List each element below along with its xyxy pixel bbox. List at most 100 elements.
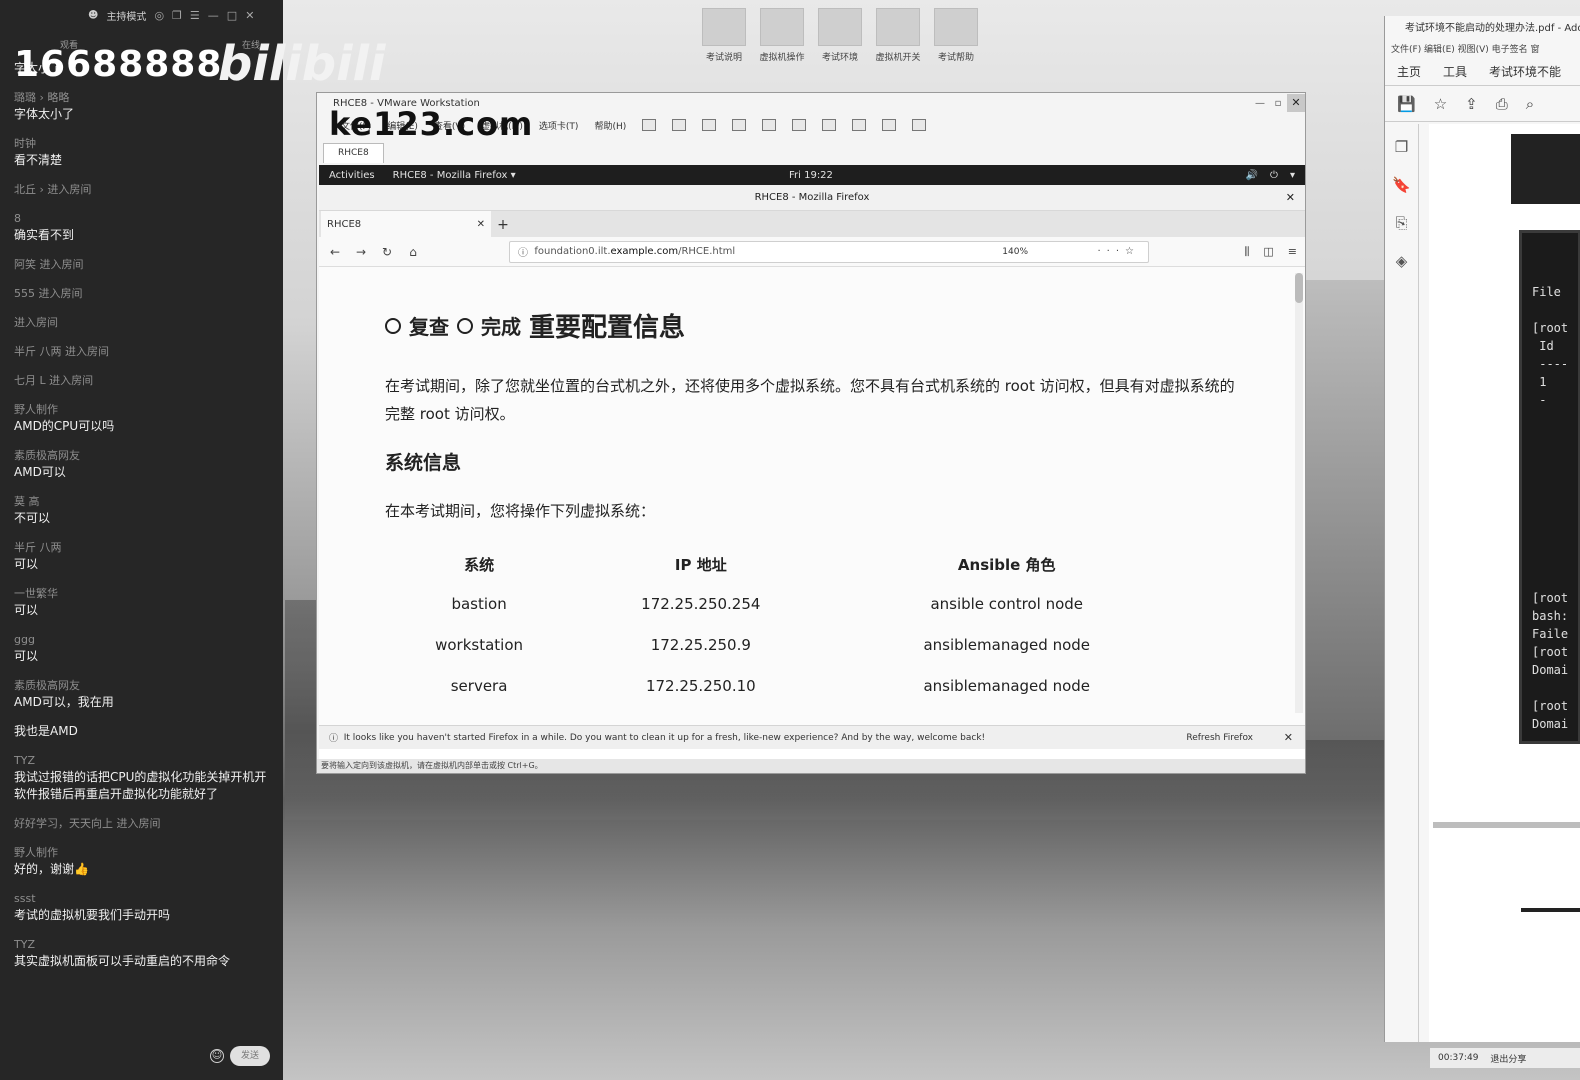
fullscreen-icon[interactable] bbox=[822, 119, 837, 131]
menu-help[interactable]: 帮助(H) bbox=[594, 119, 626, 132]
chat-username[interactable]: 莫 高 bbox=[14, 493, 274, 510]
snapshot-icon[interactable] bbox=[702, 119, 717, 131]
reload-icon[interactable]: ↻ bbox=[381, 245, 393, 259]
divider bbox=[1521, 908, 1580, 912]
minimize-icon[interactable]: — bbox=[1251, 98, 1269, 109]
chat-username[interactable]: 半斤 八两 bbox=[14, 539, 274, 556]
save-icon[interactable]: 💾 bbox=[1397, 95, 1416, 113]
popout-icon[interactable]: ❐ bbox=[172, 9, 182, 22]
chat-message: 8 确实看不到 bbox=[14, 210, 274, 244]
scrollbar-thumb[interactable] bbox=[1295, 273, 1303, 303]
chat-username[interactable]: 素质极高网友 bbox=[14, 447, 274, 464]
notification-bar: ⓘ It looks like you haven't started Fire… bbox=[319, 725, 1305, 749]
power-icon[interactable]: ⏻ bbox=[1270, 170, 1278, 181]
chat-username[interactable]: TYZ bbox=[14, 752, 274, 769]
menu-tabs[interactable]: 选项卡(T) bbox=[539, 119, 579, 132]
print-icon[interactable]: ⎙ bbox=[1496, 95, 1508, 113]
chat-username[interactable]: 8 bbox=[14, 210, 274, 227]
info-icon[interactable]: ⓘ bbox=[518, 244, 534, 259]
chat-username[interactable]: 半斤 八两 进入房间 bbox=[14, 343, 274, 360]
chat-username[interactable]: 好好学习，天天向上 进入房间 bbox=[14, 815, 274, 832]
forward-icon[interactable]: → bbox=[355, 245, 367, 259]
chat-username[interactable]: 555 进入房间 bbox=[14, 285, 274, 302]
desktop-icon[interactable]: 考试环境 bbox=[816, 8, 864, 63]
stretch-icon[interactable] bbox=[912, 119, 927, 131]
system-tray[interactable]: 🔊 ⏻ ▾ bbox=[1246, 170, 1295, 181]
pause-icon[interactable] bbox=[642, 119, 657, 131]
chat-username[interactable]: ssst bbox=[14, 890, 274, 907]
sidebar-icon[interactable]: ◫ bbox=[1263, 245, 1273, 259]
guest-screen[interactable]: Activities RHCE8 - Mozilla Firefox ▾ Fri… bbox=[319, 165, 1305, 761]
vmware-window: RHCE8 - VMware Workstation — ▫ ✕ 文件(F) 编… bbox=[316, 92, 1306, 774]
library-icon[interactable] bbox=[792, 119, 807, 131]
chat-username[interactable]: 阿笑 进入房间 bbox=[14, 256, 274, 273]
app-menu[interactable]: RHCE8 - Mozilla Firefox ▾ bbox=[393, 170, 516, 181]
emoji-icon[interactable]: ☺ bbox=[210, 1049, 224, 1063]
chat-username[interactable]: 素质极高网友 bbox=[14, 677, 274, 694]
review-radio-icon[interactable] bbox=[385, 317, 401, 334]
maximize-icon[interactable]: ▫ bbox=[1269, 98, 1287, 109]
column-header: 系统 bbox=[464, 555, 495, 574]
page-scrollbar[interactable] bbox=[1295, 273, 1303, 713]
clock[interactable]: Fri 19:22 bbox=[789, 170, 833, 181]
zoom-level[interactable]: 140% bbox=[1002, 247, 1028, 257]
snapshot-manager-icon[interactable] bbox=[762, 119, 777, 131]
chat-username[interactable]: 一世繁华 bbox=[14, 585, 274, 602]
chat-username[interactable]: ggg bbox=[14, 631, 274, 648]
close-icon[interactable]: ✕ bbox=[1287, 94, 1305, 112]
menu-icon[interactable]: ☰ bbox=[190, 9, 200, 22]
ip-address: 172.25.250.10 bbox=[645, 676, 756, 695]
terminal-screenshot: File [root Id ---- 1 - [root bash: Faile… bbox=[1519, 230, 1580, 744]
browser-tab[interactable]: RHCE8 ✕ bbox=[321, 211, 491, 237]
activities-button[interactable]: Activities bbox=[329, 170, 375, 181]
chat-username[interactable]: 时钟 bbox=[14, 135, 274, 152]
minimize-icon[interactable]: — bbox=[208, 9, 219, 22]
exit-share-button[interactable]: 退出分享 bbox=[1490, 1052, 1526, 1065]
tab-home[interactable]: 主页 bbox=[1397, 63, 1421, 80]
volume-icon[interactable]: 🔊 bbox=[1246, 170, 1258, 181]
close-tab-icon[interactable]: ✕ bbox=[477, 219, 485, 230]
refresh-firefox-button[interactable]: Refresh Firefox bbox=[1186, 733, 1253, 743]
close-icon[interactable]: ✕ bbox=[1284, 731, 1293, 744]
settings-icon[interactable]: ◎ bbox=[154, 9, 164, 22]
library-icon[interactable]: ⫼ bbox=[1244, 245, 1249, 259]
chat-username[interactable]: 野人制作 bbox=[14, 401, 274, 418]
upload-icon[interactable]: ⇪ bbox=[1465, 95, 1478, 113]
pages-icon[interactable]: ❐ bbox=[1395, 138, 1408, 156]
tab-document[interactable]: 考试环境不能 bbox=[1489, 63, 1561, 80]
tab-tools[interactable]: 工具 bbox=[1443, 63, 1467, 80]
revert-snapshot-icon[interactable] bbox=[732, 119, 747, 131]
home-icon[interactable]: ⌂ bbox=[407, 245, 419, 259]
unity-icon[interactable] bbox=[852, 119, 867, 131]
desktop-icon[interactable]: 虚拟机开关 bbox=[874, 8, 922, 63]
done-radio-icon[interactable] bbox=[457, 317, 473, 334]
chat-username[interactable]: 野人制作 bbox=[14, 844, 274, 861]
chat-username[interactable]: 七月 L 进入房间 bbox=[14, 372, 274, 389]
chat-username[interactable]: TYZ bbox=[14, 936, 274, 953]
maximize-icon[interactable]: □ bbox=[227, 9, 237, 22]
layers-icon[interactable]: ◈ bbox=[1396, 252, 1408, 270]
vmware-tabbar: RHCE8 bbox=[317, 143, 1305, 163]
attachment-icon[interactable]: ⎘ bbox=[1395, 214, 1407, 232]
hamburger-menu-icon[interactable]: ≡ bbox=[1288, 245, 1297, 259]
chevron-down-icon[interactable]: ▾ bbox=[1290, 170, 1295, 181]
page-actions-icon[interactable]: ···☆ bbox=[1097, 246, 1140, 257]
bookmark-star-icon[interactable]: ☆ bbox=[1434, 95, 1447, 113]
url-bar[interactable]: ⓘ foundation0.ilt. example.com /RHCE.htm… bbox=[509, 240, 1149, 263]
bookmark-icon[interactable]: 🔖 bbox=[1392, 176, 1411, 194]
pdf-menubar[interactable]: 文件(F) 编辑(E) 视图(V) 电子签名 窗 bbox=[1385, 42, 1580, 58]
send-keys-icon[interactable] bbox=[672, 119, 687, 131]
back-icon[interactable]: ← bbox=[329, 245, 341, 259]
chat-username[interactable]: 北丘 › 进入房间 bbox=[14, 181, 274, 198]
send-button[interactable]: 发送 bbox=[230, 1046, 270, 1066]
console-view-icon[interactable] bbox=[882, 119, 897, 131]
close-icon[interactable]: ✕ bbox=[245, 9, 254, 22]
desktop-icon[interactable]: 虚拟机操作 bbox=[758, 8, 806, 63]
tab-rhce8[interactable]: RHCE8 bbox=[323, 143, 384, 163]
chat-username[interactable]: 进入房间 bbox=[14, 314, 274, 331]
search-icon[interactable]: ⌕ bbox=[1526, 95, 1534, 113]
desktop-icon[interactable]: 考试说明 bbox=[700, 8, 748, 63]
desktop-icon[interactable]: 考试帮助 bbox=[932, 8, 980, 63]
new-tab-icon[interactable]: + bbox=[491, 213, 515, 237]
close-icon[interactable]: ✕ bbox=[1286, 185, 1295, 211]
